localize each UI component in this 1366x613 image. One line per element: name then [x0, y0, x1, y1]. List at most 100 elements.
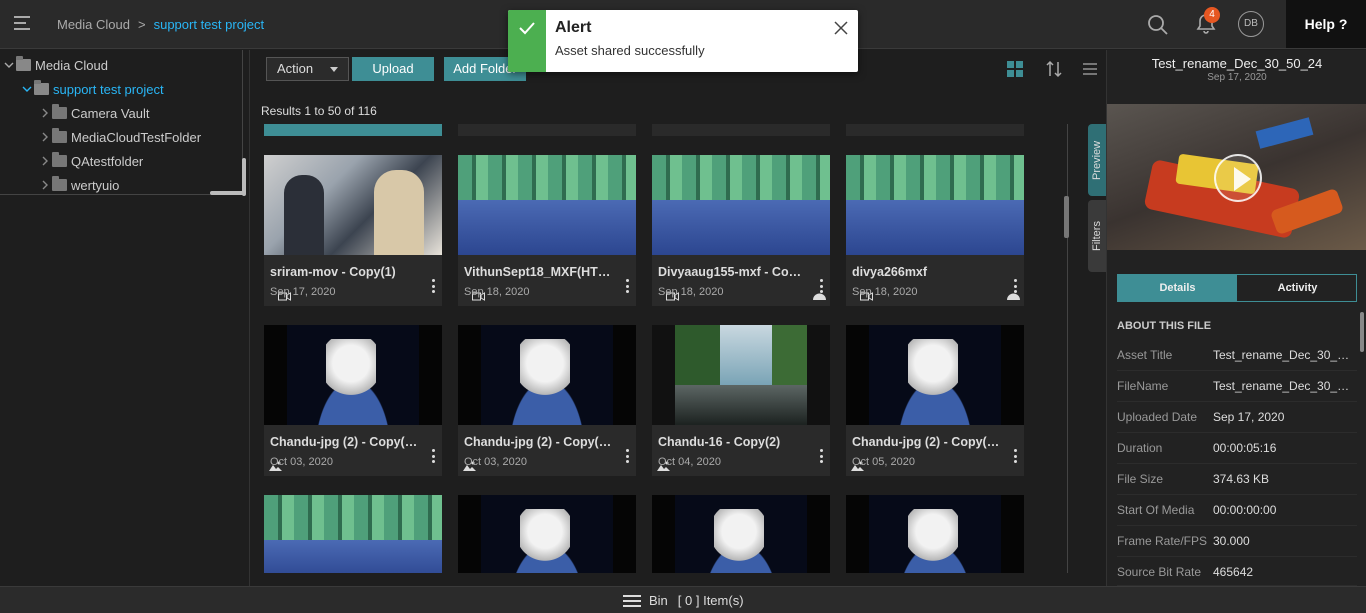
breadcrumb-root[interactable]: Media Cloud [57, 17, 130, 32]
asset-date: Oct 05, 2020 [852, 456, 915, 468]
more-options-icon[interactable] [820, 449, 824, 465]
asset-card[interactable]: Chandu-jpg (2) - Copy(1... Oct 05, 2020 [846, 325, 1024, 476]
breadcrumb-current[interactable]: support test project [154, 17, 265, 32]
folder-icon [52, 128, 67, 143]
detail-key: Start Of Media [1117, 503, 1195, 517]
asset-thumbnail [458, 155, 636, 255]
tab-details[interactable]: Details [1118, 275, 1237, 301]
asset-card[interactable]: VithunSept18_MXF(HTTP) Sep 18, 2020 [458, 155, 636, 306]
grid-view-icon[interactable] [1006, 60, 1024, 78]
breadcrumb: Media Cloud > support test project [57, 17, 264, 32]
alert-status-bar [508, 10, 546, 72]
tree-node-root[interactable]: Media Cloud [4, 55, 108, 75]
grid-scrollbar[interactable] [1064, 196, 1069, 238]
tree-node-label: Media Cloud [35, 57, 108, 73]
close-icon[interactable] [833, 20, 849, 36]
more-options-icon[interactable] [432, 449, 436, 465]
tree-node-project[interactable]: support test project [22, 79, 164, 99]
more-options-icon[interactable] [1014, 279, 1018, 295]
asset-date: Sep 17, 2020 [1207, 72, 1267, 83]
play-icon[interactable] [1214, 154, 1262, 202]
tree-node-folder[interactable]: Camera Vault [40, 103, 150, 123]
more-options-icon[interactable] [1014, 449, 1018, 465]
alert-title: Alert [555, 19, 592, 36]
asset-card[interactable] [846, 495, 1024, 573]
video-preview[interactable] [1107, 104, 1366, 250]
asset-card[interactable]: Divyaaug155-mxf - Copy... Sep 18, 2020 [652, 155, 830, 306]
folder-tree-panel: Media Cloud support test project Camera … [0, 50, 243, 195]
chevron-right-icon[interactable] [40, 156, 50, 166]
caret-down-icon [330, 67, 338, 72]
sort-icon[interactable] [1045, 60, 1063, 78]
asset-grid: sriram-mov - Copy(1) Sep 17, 2020 Vithun… [250, 124, 1066, 573]
asset-card[interactable]: Chandu-jpg (2) - Copy(1... Oct 03, 2020 [458, 325, 636, 476]
user-avatar[interactable]: DB [1238, 11, 1264, 37]
details-tabs: Details Activity [1117, 274, 1357, 302]
asset-date: Oct 03, 2020 [464, 456, 527, 468]
help-button[interactable]: Help ? [1286, 0, 1366, 48]
details-scrollbar[interactable] [1360, 312, 1364, 352]
asset-card[interactable]: Chandu-16 - Copy(2) Oct 04, 2020 [652, 325, 830, 476]
asset-card[interactable]: Chandu-jpg (2) - Copy(1... Oct 03, 2020 [264, 325, 442, 476]
tree-resize-handle[interactable] [210, 191, 246, 195]
asset-title: Chandu-jpg (2) - Copy(1... [464, 435, 614, 449]
asset-title: Chandu-16 - Copy(2) [658, 435, 781, 449]
asset-card[interactable] [264, 124, 442, 136]
asset-date: Oct 03, 2020 [270, 456, 333, 468]
asset-title: VithunSept18_MXF(HTTP) [464, 265, 614, 279]
tree-node-folder[interactable]: MediaCloudTestFolder [40, 127, 201, 147]
tree-node-label: support test project [53, 81, 164, 97]
folder-icon [52, 176, 67, 191]
more-options-icon[interactable] [626, 449, 630, 465]
asset-thumbnail [846, 325, 1024, 425]
asset-thumbnail [846, 155, 1024, 255]
bin-bar[interactable]: Bin [ 0 ] Item(s) [0, 586, 1366, 613]
detail-key: Source Bit Rate [1117, 565, 1202, 579]
asset-card[interactable]: sriram-mov - Copy(1) Sep 17, 2020 [264, 155, 442, 306]
upload-button[interactable]: Upload [352, 57, 434, 81]
bin-menu-icon[interactable] [623, 594, 641, 607]
detail-row: Duration 00:00:05:16 [1117, 433, 1357, 464]
tab-filters[interactable]: Filters [1088, 200, 1106, 272]
detail-value: Test_rename_Dec_30_50... [1213, 379, 1355, 393]
tree-node-folder[interactable]: wertyuio [40, 175, 119, 195]
asset-thumbnail [652, 325, 830, 425]
asset-card[interactable] [264, 495, 442, 573]
asset-card[interactable] [652, 495, 830, 573]
search-icon[interactable] [1147, 14, 1169, 36]
tree-resize-handle-vertical[interactable] [242, 158, 246, 196]
list-view-icon[interactable] [1081, 60, 1099, 78]
asset-thumbnail [458, 495, 636, 573]
action-dropdown[interactable]: Action [266, 57, 349, 81]
chevron-down-icon[interactable] [4, 60, 14, 70]
selected-indicator [264, 124, 442, 136]
detail-row: FileName Test_rename_Dec_30_50... [1117, 371, 1357, 402]
asset-card[interactable] [652, 124, 830, 136]
folder-tree: Media Cloud support test project Camera … [0, 50, 250, 586]
tab-activity[interactable]: Activity [1238, 275, 1357, 301]
detail-key: File Size [1117, 472, 1164, 486]
asset-card[interactable] [458, 124, 636, 136]
folder-icon [52, 152, 67, 167]
tab-preview[interactable]: Preview [1088, 124, 1106, 196]
menu-icon[interactable] [14, 16, 30, 30]
detail-value: Test_rename_Dec_30_50... [1213, 348, 1355, 362]
chevron-right-icon[interactable] [40, 132, 50, 142]
more-options-icon[interactable] [626, 279, 630, 295]
asset-thumbnail [652, 155, 830, 255]
chevron-down-icon[interactable] [22, 84, 32, 94]
tree-node-label: Camera Vault [71, 105, 150, 121]
section-heading: ABOUT THIS FILE [1117, 320, 1212, 332]
chevron-right-icon[interactable] [40, 108, 50, 118]
notification-badge: 4 [1204, 7, 1220, 23]
chevron-right-icon[interactable] [40, 180, 50, 190]
asset-card[interactable]: divya266mxf Sep 18, 2020 [846, 155, 1024, 306]
asset-date: Oct 04, 2020 [658, 456, 721, 468]
more-options-icon[interactable] [432, 279, 436, 295]
asset-card[interactable] [846, 124, 1024, 136]
more-options-icon[interactable] [820, 279, 824, 295]
tree-node-folder[interactable]: QAtestfolder [40, 151, 143, 171]
detail-row: Asset Title Test_rename_Dec_30_50... [1117, 340, 1357, 371]
folder-icon [52, 104, 67, 119]
asset-card[interactable] [458, 495, 636, 573]
